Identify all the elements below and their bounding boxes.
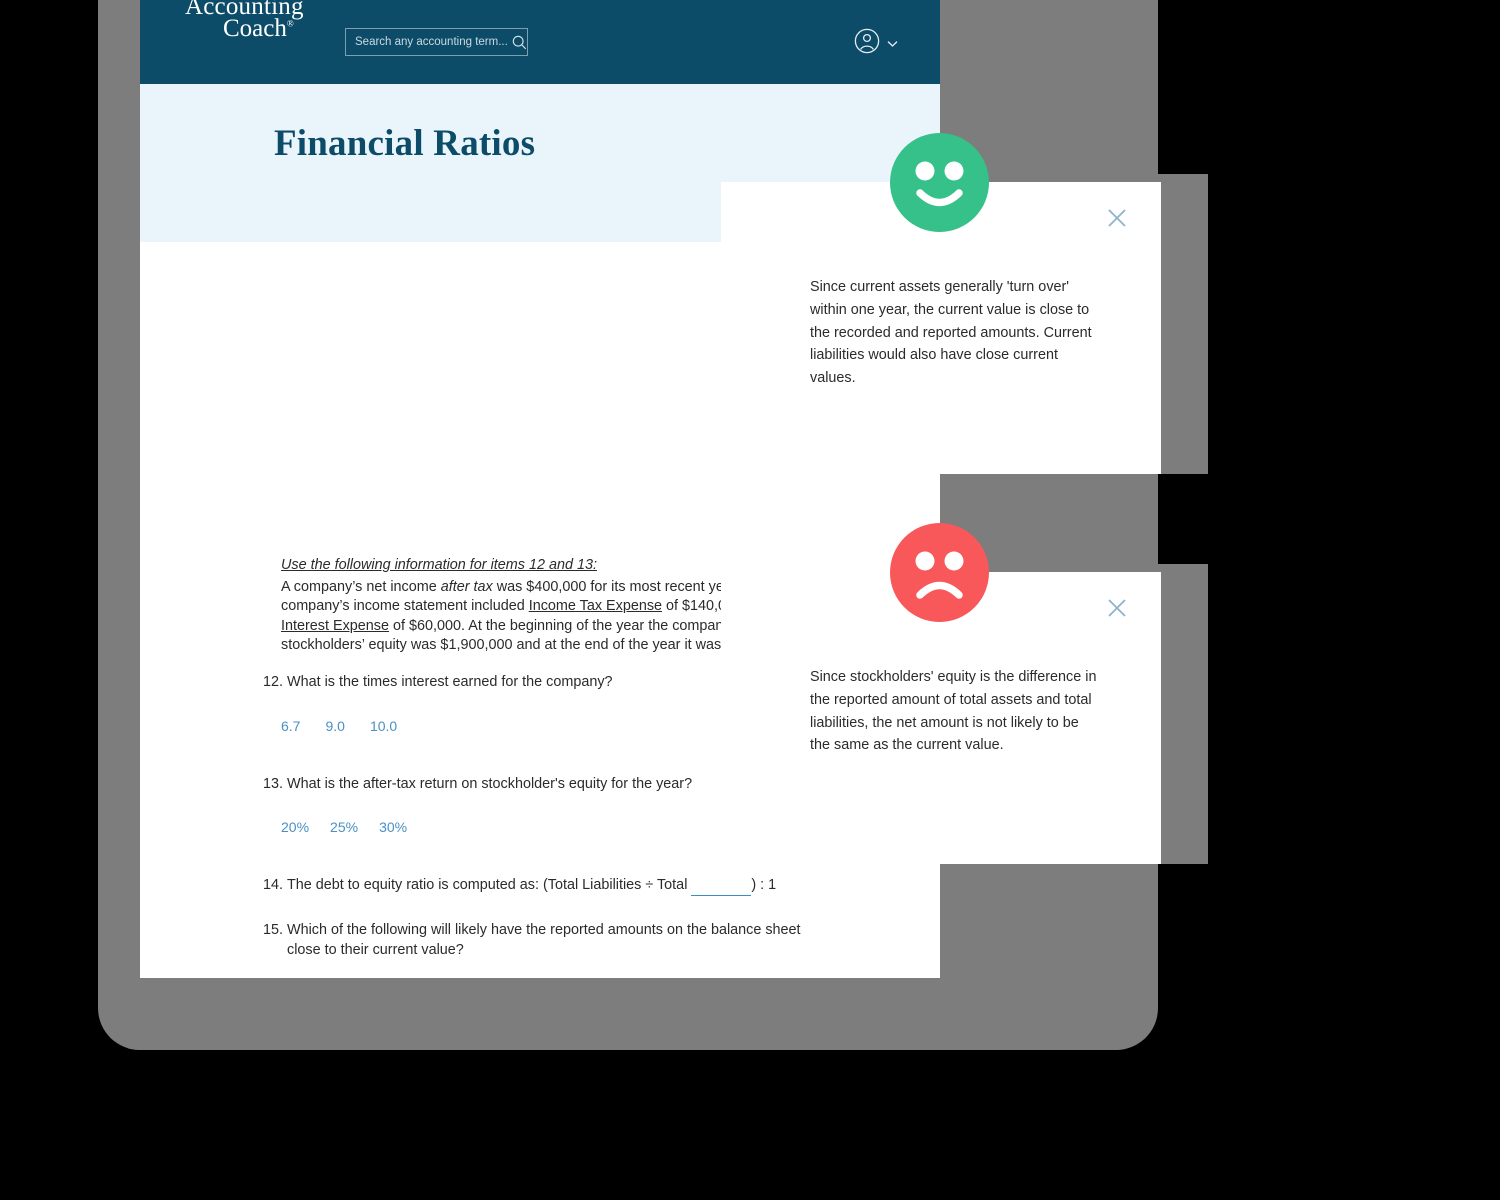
question-number: 13.	[263, 776, 284, 792]
question-number: 12.	[263, 674, 284, 690]
page-title: Financial Ratios	[274, 123, 536, 164]
search-input[interactable]	[346, 35, 511, 49]
accountingcoach-logo[interactable]: Accounting Coach®	[185, 0, 304, 41]
feedback-text: Since stockholders' equity is the differ…	[810, 669, 1097, 754]
options-13: 20% 25% 30%	[281, 819, 407, 835]
question-number: 14.	[263, 877, 284, 893]
close-icon[interactable]	[1101, 592, 1133, 624]
screenshot-stage: Accounting Coach® Financial Ratios	[0, 0, 1500, 1200]
question-text: The debt to equity ratio is computed as:…	[287, 875, 823, 896]
close-icon[interactable]	[1101, 202, 1133, 234]
question-number: 15.	[263, 922, 284, 938]
question-14: 14. The debt to equity ratio is computed…	[263, 875, 823, 896]
option-13-b[interactable]: 25%	[330, 819, 358, 835]
smiley-sad-icon	[890, 523, 989, 622]
site-header: Accounting Coach®	[140, 0, 940, 84]
fill-in-blank-14[interactable]: ________	[691, 875, 752, 896]
option-13-c[interactable]: 30%	[379, 819, 407, 835]
option-12-a[interactable]: 6.7	[281, 718, 300, 734]
account-menu[interactable]	[854, 28, 898, 59]
question-15: 15. Which of the following will likely h…	[263, 920, 823, 960]
search-icon[interactable]	[511, 35, 527, 50]
options-12: 6.7 9.0 10.0	[281, 718, 397, 734]
logo-line-2: Coach®	[223, 15, 294, 42]
registered-mark: ®	[286, 18, 294, 29]
smiley-happy-icon	[890, 133, 989, 232]
search-box[interactable]	[345, 28, 528, 56]
question-text: Which of the following will likely have …	[287, 922, 801, 958]
option-12-c[interactable]: 10.0	[370, 718, 397, 734]
feedback-text: Since current assets generally 'turn ove…	[810, 279, 1092, 387]
option-13-a[interactable]: 20%	[281, 819, 309, 835]
user-circle-icon[interactable]	[854, 28, 880, 59]
chevron-down-icon[interactable]	[887, 35, 898, 53]
option-12-b[interactable]: 9.0	[325, 718, 344, 734]
